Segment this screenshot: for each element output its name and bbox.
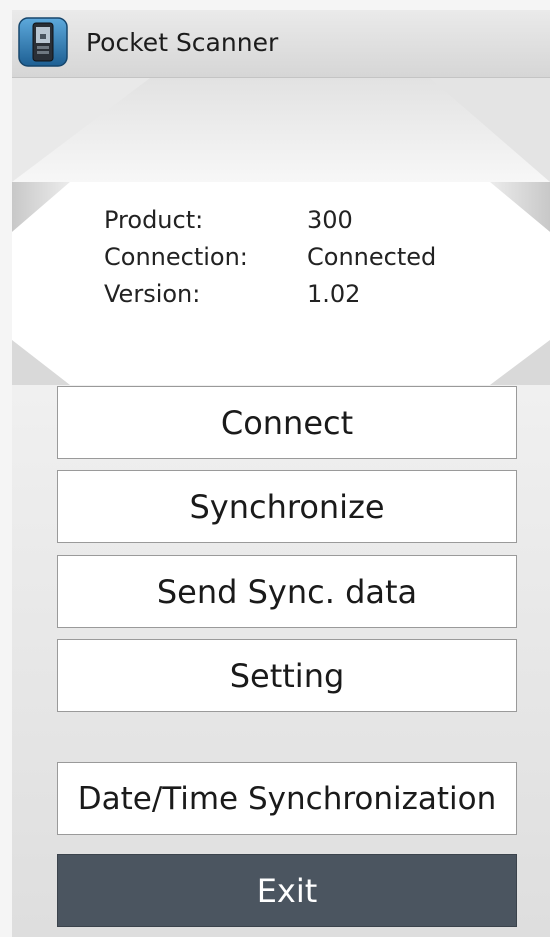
setting-button[interactable]: Setting [57, 639, 517, 712]
product-value: 300 [307, 206, 353, 234]
product-label: Product: [104, 206, 204, 234]
date-time-sync-button[interactable]: Date/Time Synchronization [57, 762, 517, 835]
info-row-version: Version: 1.02 [104, 276, 487, 313]
version-label: Version: [104, 280, 201, 308]
app-screen: Pocket Scanner Product: 300 Connection: … [0, 0, 550, 937]
device-info-panel: Product: 300 Connection: Connected Versi… [104, 202, 487, 313]
info-row-product: Product: 300 [104, 202, 487, 239]
connection-label: Connection: [104, 243, 248, 271]
info-row-connection: Connection: Connected [104, 239, 487, 276]
synchronize-button[interactable]: Synchronize [57, 470, 517, 543]
version-value: 1.02 [307, 280, 361, 308]
exit-button[interactable]: Exit [57, 854, 517, 927]
send-sync-data-button[interactable]: Send Sync. data [57, 555, 517, 628]
connection-value: Connected [307, 243, 437, 271]
connect-button[interactable]: Connect [57, 386, 517, 459]
